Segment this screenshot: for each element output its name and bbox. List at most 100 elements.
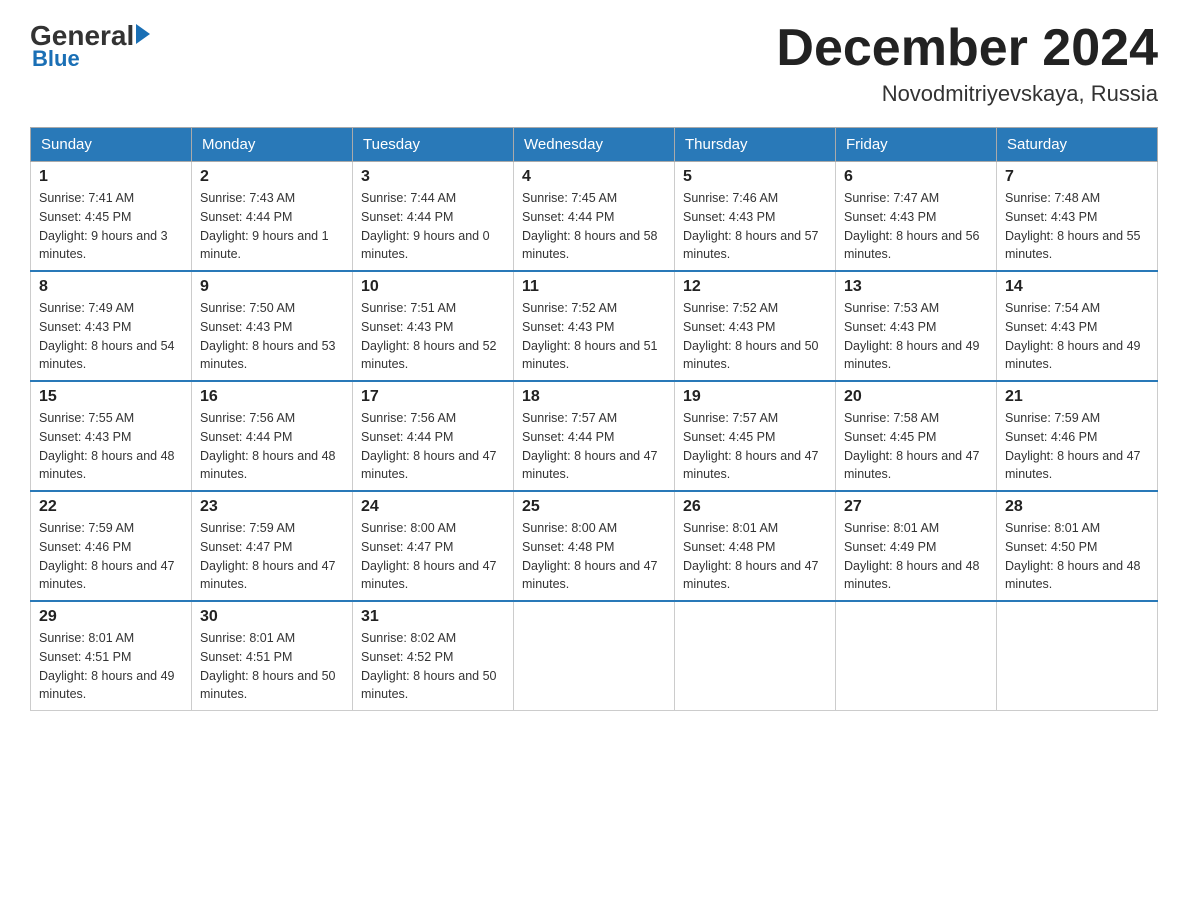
day-number: 6 [844,168,988,186]
calendar-day-cell: 24 Sunrise: 8:00 AMSunset: 4:47 PMDayligh… [353,491,514,601]
calendar-day-cell: 6 Sunrise: 7:47 AMSunset: 4:43 PMDaylight… [836,162,997,272]
calendar-day-cell: 28 Sunrise: 8:01 AMSunset: 4:50 PMDayligh… [997,491,1158,601]
logo: General Blue [30,20,150,72]
weekday-header-sunday: Sunday [31,128,192,162]
day-number: 17 [361,388,505,406]
calendar-day-cell: 11Sunrise: 7:52 AMSunset: 4:43 PMDayligh… [514,271,675,381]
calendar-day-cell: 9 Sunrise: 7:50 AMSunset: 4:43 PMDaylight… [192,271,353,381]
day-number: 26 [683,498,827,516]
day-info: Sunrise: 7:50 AMSunset: 4:43 PMDaylight:… [200,299,344,374]
weekday-header-tuesday: Tuesday [353,128,514,162]
title-area: December 2024 Novodmitriyevskaya, Russia [776,20,1158,107]
day-info: Sunrise: 7:56 AMSunset: 4:44 PMDaylight:… [200,409,344,484]
day-info: Sunrise: 7:56 AMSunset: 4:44 PMDaylight:… [361,409,505,484]
day-info: Sunrise: 7:58 AMSunset: 4:45 PMDaylight:… [844,409,988,484]
day-number: 15 [39,388,183,406]
calendar-day-cell: 4Sunrise: 7:45 AMSunset: 4:44 PMDaylight… [514,162,675,272]
day-info: Sunrise: 7:53 AMSunset: 4:43 PMDaylight:… [844,299,988,374]
day-info: Sunrise: 7:54 AMSunset: 4:43 PMDaylight:… [1005,299,1149,374]
day-number: 23 [200,498,344,516]
day-number: 5 [683,168,827,186]
day-number: 19 [683,388,827,406]
calendar-table: SundayMondayTuesdayWednesdayThursdayFrid… [30,127,1158,711]
day-info: Sunrise: 7:46 AMSunset: 4:43 PMDaylight:… [683,189,827,264]
calendar-day-cell: 1Sunrise: 7:41 AMSunset: 4:45 PMDaylight… [31,162,192,272]
calendar-day-cell: 5 Sunrise: 7:46 AMSunset: 4:43 PMDaylight… [675,162,836,272]
calendar-day-cell [514,601,675,711]
day-number: 16 [200,388,344,406]
calendar-week-row: 29 Sunrise: 8:01 AMSunset: 4:51 PMDayligh… [31,601,1158,711]
day-number: 3 [361,168,505,186]
day-number: 25 [522,498,666,516]
day-info: Sunrise: 8:01 AMSunset: 4:51 PMDaylight:… [39,629,183,704]
day-info: Sunrise: 8:01 AMSunset: 4:48 PMDaylight:… [683,519,827,594]
calendar-week-row: 1Sunrise: 7:41 AMSunset: 4:45 PMDaylight… [31,162,1158,272]
calendar-day-cell: 16 Sunrise: 7:56 AMSunset: 4:44 PMDayligh… [192,381,353,491]
calendar-week-row: 8 Sunrise: 7:49 AMSunset: 4:43 PMDaylight… [31,271,1158,381]
day-number: 8 [39,278,183,296]
calendar-day-cell: 25 Sunrise: 8:00 AMSunset: 4:48 PMDayligh… [514,491,675,601]
day-info: Sunrise: 7:57 AMSunset: 4:44 PMDaylight:… [522,409,666,484]
day-number: 4 [522,168,666,186]
calendar-day-cell [836,601,997,711]
calendar-day-cell [997,601,1158,711]
calendar-day-cell: 2 Sunrise: 7:43 AMSunset: 4:44 PMDaylight… [192,162,353,272]
day-info: Sunrise: 7:57 AMSunset: 4:45 PMDaylight:… [683,409,827,484]
page-header: General Blue December 2024 Novodmitriyev… [30,20,1158,107]
day-info: Sunrise: 7:52 AMSunset: 4:43 PMDaylight:… [522,299,666,374]
day-info: Sunrise: 7:43 AMSunset: 4:44 PMDaylight:… [200,189,344,264]
calendar-day-cell: 19 Sunrise: 7:57 AMSunset: 4:45 PMDayligh… [675,381,836,491]
day-number: 18 [522,388,666,406]
day-number: 10 [361,278,505,296]
calendar-day-cell: 26 Sunrise: 8:01 AMSunset: 4:48 PMDayligh… [675,491,836,601]
day-number: 29 [39,608,183,626]
weekday-header-row: SundayMondayTuesdayWednesdayThursdayFrid… [31,128,1158,162]
calendar-day-cell: 12Sunrise: 7:52 AMSunset: 4:43 PMDayligh… [675,271,836,381]
calendar-week-row: 22Sunrise: 7:59 AMSunset: 4:46 PMDayligh… [31,491,1158,601]
day-number: 27 [844,498,988,516]
calendar-day-cell: 8 Sunrise: 7:49 AMSunset: 4:43 PMDaylight… [31,271,192,381]
calendar-day-cell: 3 Sunrise: 7:44 AMSunset: 4:44 PMDaylight… [353,162,514,272]
day-number: 22 [39,498,183,516]
calendar-day-cell: 10 Sunrise: 7:51 AMSunset: 4:43 PMDayligh… [353,271,514,381]
weekday-header-saturday: Saturday [997,128,1158,162]
weekday-header-thursday: Thursday [675,128,836,162]
day-info: Sunrise: 8:00 AMSunset: 4:48 PMDaylight:… [522,519,666,594]
calendar-day-cell: 23 Sunrise: 7:59 AMSunset: 4:47 PMDayligh… [192,491,353,601]
day-info: Sunrise: 7:48 AMSunset: 4:43 PMDaylight:… [1005,189,1149,264]
calendar-day-cell: 30Sunrise: 8:01 AMSunset: 4:51 PMDayligh… [192,601,353,711]
day-number: 9 [200,278,344,296]
calendar-day-cell: 14Sunrise: 7:54 AMSunset: 4:43 PMDayligh… [997,271,1158,381]
day-info: Sunrise: 8:00 AMSunset: 4:47 PMDaylight:… [361,519,505,594]
logo-arrow-icon [136,24,150,44]
day-info: Sunrise: 7:49 AMSunset: 4:43 PMDaylight:… [39,299,183,374]
day-info: Sunrise: 7:59 AMSunset: 4:47 PMDaylight:… [200,519,344,594]
day-info: Sunrise: 7:59 AMSunset: 4:46 PMDaylight:… [1005,409,1149,484]
calendar-day-cell: 27 Sunrise: 8:01 AMSunset: 4:49 PMDayligh… [836,491,997,601]
calendar-day-cell: 15 Sunrise: 7:55 AMSunset: 4:43 PMDayligh… [31,381,192,491]
day-info: Sunrise: 7:44 AMSunset: 4:44 PMDaylight:… [361,189,505,264]
day-number: 7 [1005,168,1149,186]
day-info: Sunrise: 8:01 AMSunset: 4:50 PMDaylight:… [1005,519,1149,594]
day-info: Sunrise: 7:55 AMSunset: 4:43 PMDaylight:… [39,409,183,484]
weekday-header-friday: Friday [836,128,997,162]
day-info: Sunrise: 7:47 AMSunset: 4:43 PMDaylight:… [844,189,988,264]
day-number: 24 [361,498,505,516]
day-info: Sunrise: 7:51 AMSunset: 4:43 PMDaylight:… [361,299,505,374]
day-info: Sunrise: 8:01 AMSunset: 4:49 PMDaylight:… [844,519,988,594]
calendar-day-cell: 20Sunrise: 7:58 AMSunset: 4:45 PMDayligh… [836,381,997,491]
calendar-day-cell: 29 Sunrise: 8:01 AMSunset: 4:51 PMDayligh… [31,601,192,711]
calendar-day-cell: 7 Sunrise: 7:48 AMSunset: 4:43 PMDaylight… [997,162,1158,272]
calendar-week-row: 15 Sunrise: 7:55 AMSunset: 4:43 PMDayligh… [31,381,1158,491]
day-number: 21 [1005,388,1149,406]
day-number: 2 [200,168,344,186]
calendar-day-cell: 21 Sunrise: 7:59 AMSunset: 4:46 PMDayligh… [997,381,1158,491]
calendar-day-cell: 18 Sunrise: 7:57 AMSunset: 4:44 PMDayligh… [514,381,675,491]
calendar-day-cell: 31Sunrise: 8:02 AMSunset: 4:52 PMDayligh… [353,601,514,711]
day-info: Sunrise: 8:01 AMSunset: 4:51 PMDaylight:… [200,629,344,704]
day-number: 28 [1005,498,1149,516]
calendar-day-cell [675,601,836,711]
day-info: Sunrise: 8:02 AMSunset: 4:52 PMDaylight:… [361,629,505,704]
month-title: December 2024 [776,20,1158,77]
day-number: 13 [844,278,988,296]
